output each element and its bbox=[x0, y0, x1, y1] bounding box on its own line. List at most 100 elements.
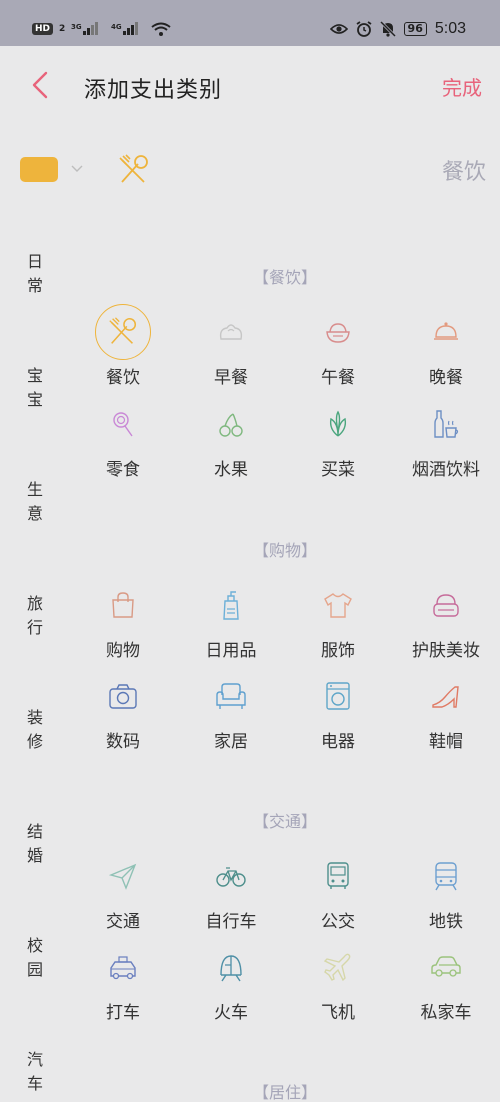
mute-bell-icon bbox=[379, 21, 396, 37]
train-icon bbox=[203, 939, 259, 995]
category-label: 电器 bbox=[321, 732, 355, 752]
category-breakfast[interactable]: 早餐 bbox=[177, 304, 285, 388]
category-label: 餐饮 bbox=[106, 368, 140, 388]
cherry-icon bbox=[203, 396, 259, 452]
vegetable-icon bbox=[310, 396, 366, 452]
bun-icon bbox=[203, 304, 259, 360]
status-left: HD 2 3G 4G bbox=[32, 22, 171, 36]
section-title-transport: 【交通】 bbox=[252, 812, 317, 831]
side-item-renovation[interactable]: 装修 bbox=[22, 706, 48, 754]
category-dinner[interactable]: 晚餐 bbox=[392, 304, 500, 388]
category-digital[interactable]: 数码 bbox=[69, 668, 177, 752]
category-bicycle[interactable]: 自行车 bbox=[177, 848, 285, 932]
chevron-down-icon[interactable] bbox=[70, 158, 84, 178]
category-subway[interactable]: 地铁 bbox=[392, 848, 500, 932]
category-label: 午餐 bbox=[321, 368, 355, 388]
category-label: 零食 bbox=[106, 460, 140, 480]
pump-bottle-icon bbox=[203, 577, 259, 633]
side-item-car[interactable]: 汽车 bbox=[22, 1048, 48, 1096]
category-appliances[interactable]: 电器 bbox=[284, 668, 392, 752]
category-private-car[interactable]: 私家车 bbox=[392, 939, 500, 1023]
sim-2-label: 2 bbox=[59, 24, 66, 34]
color-swatch[interactable] bbox=[20, 157, 58, 182]
category-label: 护肤美妆 bbox=[412, 641, 480, 661]
category-label: 晚餐 bbox=[429, 368, 463, 388]
utensils-icon bbox=[95, 304, 151, 360]
page-title: 添加支出类别 bbox=[84, 78, 223, 103]
section-title-dining: 【餐饮】 bbox=[252, 268, 317, 287]
high-heel-icon bbox=[418, 668, 474, 724]
armchair-icon bbox=[203, 668, 259, 724]
category-label: 水果 bbox=[214, 460, 248, 480]
category-picker: 餐饮 bbox=[0, 140, 500, 200]
side-item-travel[interactable]: 旅行 bbox=[22, 592, 48, 640]
clock: 5:03 bbox=[434, 20, 466, 37]
category-label: 打车 bbox=[106, 1003, 140, 1023]
done-button[interactable]: 完成 bbox=[442, 72, 482, 101]
category-bus[interactable]: 公交 bbox=[284, 848, 392, 932]
svg-text:3G: 3G bbox=[71, 23, 82, 31]
wifi-icon bbox=[151, 22, 171, 36]
category-taxi[interactable]: 打车 bbox=[69, 939, 177, 1023]
category-lunch[interactable]: 午餐 bbox=[284, 304, 392, 388]
status-bar: HD 2 3G 4G 96 5:03 bbox=[0, 0, 500, 46]
tshirt-icon bbox=[310, 577, 366, 633]
bottle-cup-icon bbox=[418, 396, 474, 452]
category-home[interactable]: 家居 bbox=[177, 668, 285, 752]
category-groceries[interactable]: 买菜 bbox=[284, 396, 392, 480]
side-item-business[interactable]: 生意 bbox=[22, 478, 48, 526]
side-item-daily[interactable]: 日常 bbox=[22, 250, 48, 298]
camera-icon bbox=[95, 668, 151, 724]
cosmetics-icon bbox=[418, 577, 474, 633]
signal-icon: 3G bbox=[71, 22, 99, 35]
category-label: 私家车 bbox=[420, 1003, 472, 1023]
hd-badge: HD bbox=[32, 23, 54, 35]
header: 添加支出类别 完成 bbox=[0, 46, 500, 136]
back-arrow-icon[interactable] bbox=[28, 70, 54, 100]
category-tobacco-drinks[interactable]: 烟酒饮料 bbox=[392, 396, 500, 480]
category-transport[interactable]: 交通 bbox=[69, 848, 177, 932]
category-shopping[interactable]: 购物 bbox=[69, 577, 177, 661]
alarm-icon bbox=[356, 21, 372, 37]
side-item-baby[interactable]: 宝宝 bbox=[22, 364, 48, 412]
subway-icon bbox=[418, 848, 474, 904]
category-label: 烟酒饮料 bbox=[412, 460, 480, 480]
category-label: 日用品 bbox=[205, 641, 257, 661]
category-beauty[interactable]: 护肤美妆 bbox=[392, 577, 500, 661]
section-title-housing: 【居住】 bbox=[252, 1083, 317, 1102]
rice-bowl-icon bbox=[310, 304, 366, 360]
eye-icon bbox=[329, 24, 348, 34]
category-label: 家居 bbox=[214, 732, 248, 752]
selected-category-icon[interactable] bbox=[116, 152, 152, 188]
taxi-icon bbox=[95, 939, 151, 995]
status-right: 96 5:03 bbox=[329, 20, 466, 38]
battery-indicator: 96 bbox=[403, 22, 427, 36]
category-label: 购物 bbox=[106, 641, 140, 661]
category-apparel[interactable]: 服饰 bbox=[284, 577, 392, 661]
bus-icon bbox=[310, 848, 366, 904]
category-daily-goods[interactable]: 日用品 bbox=[177, 577, 285, 661]
category-train[interactable]: 火车 bbox=[177, 939, 285, 1023]
category-label: 火车 bbox=[214, 1003, 248, 1023]
category-airplane[interactable]: 飞机 bbox=[284, 939, 392, 1023]
category-label: 自行车 bbox=[205, 912, 257, 932]
category-label: 早餐 bbox=[214, 368, 248, 388]
side-item-wedding[interactable]: 结婚 bbox=[22, 820, 48, 868]
signal-icon-2: 4G bbox=[111, 22, 139, 35]
paper-plane-icon bbox=[95, 848, 151, 904]
category-fruit[interactable]: 水果 bbox=[177, 396, 285, 480]
category-shoes-hats[interactable]: 鞋帽 bbox=[392, 668, 500, 752]
category-label: 鞋帽 bbox=[429, 732, 463, 752]
category-dining[interactable]: 餐饮 bbox=[69, 304, 177, 388]
cloche-icon bbox=[418, 304, 474, 360]
washing-machine-icon bbox=[310, 668, 366, 724]
category-label: 买菜 bbox=[321, 460, 355, 480]
lollipop-icon bbox=[95, 396, 151, 452]
category-label: 服饰 bbox=[321, 641, 355, 661]
side-item-campus[interactable]: 校园 bbox=[22, 934, 48, 982]
section-title-shopping: 【购物】 bbox=[252, 541, 317, 560]
bicycle-icon bbox=[203, 848, 259, 904]
category-snacks[interactable]: 零食 bbox=[69, 396, 177, 480]
category-label: 公交 bbox=[321, 912, 355, 932]
svg-text:4G: 4G bbox=[111, 23, 122, 31]
